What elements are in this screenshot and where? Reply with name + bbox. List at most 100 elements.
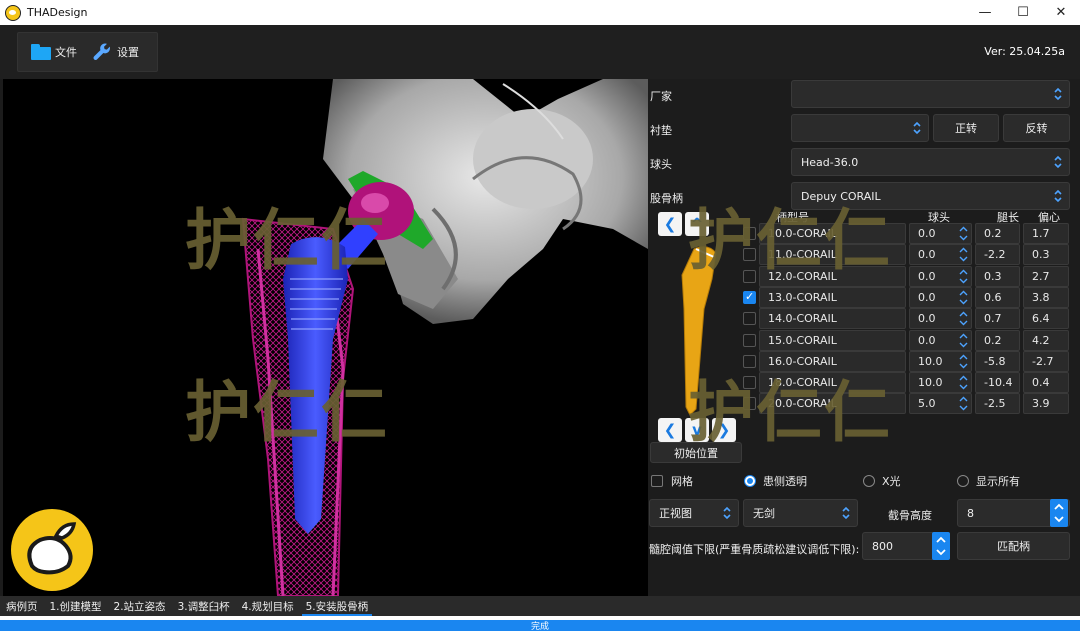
table-row[interactable]: 20.0-CORAIL 5.0 -2.5 3.9	[648, 393, 1080, 415]
workflow-tabs: 病例页 1.创建模型 2.站立姿态 3.调整臼杯 4.规划目标 5.安装股骨柄	[0, 596, 1080, 616]
initial-position-button[interactable]: 初始位置	[650, 442, 742, 463]
wrench-icon	[93, 43, 111, 60]
cell-head[interactable]: 10.0	[909, 350, 972, 372]
mango-logo-icon	[11, 509, 93, 591]
head-select[interactable]: Head-36.0	[791, 148, 1070, 176]
row-checkbox[interactable]	[743, 354, 756, 368]
status-text: 完成	[530, 622, 549, 631]
grid-checkbox[interactable]: 网格	[651, 473, 693, 489]
radio-transparent[interactable]: 患侧透明	[744, 473, 807, 489]
toolbar-group: 文件 设置	[17, 32, 158, 72]
cell-model: 10.0-CORAIL	[759, 223, 906, 244]
row-checkbox[interactable]	[743, 269, 756, 283]
cell-model: 18.0-CORAIL	[759, 372, 906, 394]
table-row[interactable]: 18.0-CORAIL 10.0 -10.4 0.4	[648, 372, 1080, 394]
row-checkbox[interactable]	[743, 312, 756, 326]
cell-offset: 1.7	[1023, 223, 1069, 244]
spin-arrows-icon	[959, 247, 968, 262]
cell-head[interactable]: 0.0	[909, 265, 972, 287]
cell-neck: -2.5	[975, 393, 1020, 415]
minimize-button[interactable]: —	[966, 0, 1004, 25]
cell-model: 16.0-CORAIL	[759, 350, 906, 372]
spin-arrows-icon	[959, 290, 968, 305]
cell-head[interactable]: 0.0	[909, 223, 972, 244]
manufacturer-select[interactable]	[791, 80, 1070, 108]
view-select[interactable]: 正视图	[649, 499, 739, 527]
chevron-updown-icon	[723, 506, 731, 520]
tab-item[interactable]: 4.规划目标	[236, 596, 300, 616]
match-stem-button[interactable]: 匹配柄	[957, 532, 1070, 560]
stem-label: 股骨柄	[650, 192, 683, 205]
radio-show-all[interactable]: 显示所有	[957, 473, 1020, 489]
cell-head[interactable]: 0.0	[909, 244, 972, 266]
cell-offset: -2.7	[1023, 350, 1069, 372]
liner-select[interactable]	[791, 114, 929, 142]
radio-xray[interactable]: X光	[863, 473, 901, 489]
cut-height-stepper[interactable]	[1050, 499, 1068, 527]
close-button[interactable]: ✕	[1042, 0, 1080, 25]
hip-model-render	[241, 79, 648, 596]
tab-item[interactable]: 病例页	[0, 596, 44, 616]
cell-model: 11.0-CORAIL	[759, 244, 906, 266]
prev-left-button-bottom[interactable]: ❮	[658, 418, 682, 442]
cell-neck: 0.6	[975, 286, 1020, 308]
table-row[interactable]: 11.0-CORAIL 0.0 -2.2 0.3	[648, 244, 1080, 266]
radio-dot	[863, 475, 875, 487]
tab-item[interactable]: 5.安装股骨柄	[300, 596, 375, 616]
row-checkbox[interactable]	[743, 227, 756, 240]
cell-neck: 0.7	[975, 308, 1020, 330]
head-label: 球头	[650, 158, 672, 171]
chevron-updown-icon	[842, 506, 850, 520]
cell-model: 14.0-CORAIL	[759, 308, 906, 330]
radio-dot	[744, 475, 756, 487]
table-row[interactable]: 15.0-CORAIL 0.0 0.2 4.2	[648, 329, 1080, 351]
down-button[interactable]: v	[685, 418, 709, 442]
file-label: 文件	[55, 46, 77, 59]
cell-head[interactable]: 0.0	[909, 286, 972, 308]
cell-neck: -10.4	[975, 372, 1020, 394]
table-row[interactable]: 14.0-CORAIL 0.0 0.7 6.4	[648, 308, 1080, 330]
rotate-cw-button[interactable]: 正转	[933, 114, 999, 142]
table-row[interactable]: 13.0-CORAIL0.00.63.8	[648, 286, 1080, 308]
spin-arrows-icon	[959, 226, 968, 241]
cut-height-label: 截骨高度	[888, 509, 932, 522]
maximize-button[interactable]: ☐	[1004, 0, 1042, 25]
next-right-button[interactable]: ❯	[712, 418, 736, 442]
window-title: THADesign	[27, 6, 88, 19]
row-checkbox[interactable]	[743, 376, 756, 390]
cell-neck: 0.2	[975, 329, 1020, 351]
rotate-ccw-button[interactable]: 反转	[1003, 114, 1070, 142]
cut-tool-select[interactable]: 无剑	[743, 499, 858, 527]
row-checkbox[interactable]	[743, 333, 756, 347]
cell-model: 20.0-CORAIL	[759, 393, 906, 415]
stem-select[interactable]: Depuy CORAIL	[791, 182, 1070, 210]
radio-dot	[957, 475, 969, 487]
cell-model: 13.0-CORAIL	[759, 286, 906, 308]
cell-head[interactable]: 5.0	[909, 393, 972, 415]
tab-item[interactable]: 2.站立姿态	[108, 596, 172, 616]
cell-neck: -2.2	[975, 244, 1020, 266]
cell-head[interactable]: 0.0	[909, 308, 972, 330]
tab-item[interactable]: 3.调整臼杯	[172, 596, 236, 616]
row-checkbox[interactable]	[743, 290, 756, 304]
chevron-updown-icon	[1054, 87, 1062, 101]
cell-head[interactable]: 10.0	[909, 372, 972, 394]
table-row[interactable]: 10.0-CORAIL 0.0 0.2 1.7	[648, 223, 1080, 244]
file-button[interactable]: 文件	[31, 44, 77, 60]
cell-offset: 3.9	[1023, 393, 1069, 415]
tab-item[interactable]: 1.创建模型	[44, 596, 108, 616]
row-checkbox[interactable]	[743, 397, 756, 411]
table-row[interactable]: 16.0-CORAIL 10.0 -5.8 -2.7	[648, 350, 1080, 372]
settings-button[interactable]: 设置	[91, 41, 139, 63]
folder-icon	[31, 44, 51, 60]
checkbox-box	[651, 475, 663, 487]
threshold-stepper[interactable]	[932, 532, 950, 560]
cell-head[interactable]: 0.0	[909, 329, 972, 351]
toolbar: 文件 设置 Ver: 25.04.25a	[0, 25, 1080, 79]
3d-viewport[interactable]: 护仁仁 护仁仁	[3, 79, 648, 596]
row-checkbox[interactable]	[743, 248, 756, 262]
table-row[interactable]: 12.0-CORAIL 0.0 0.3 2.7	[648, 265, 1080, 287]
progress-bar: 完成	[0, 620, 1080, 631]
cell-offset: 2.7	[1023, 265, 1069, 287]
cell-neck: 0.3	[975, 265, 1020, 287]
